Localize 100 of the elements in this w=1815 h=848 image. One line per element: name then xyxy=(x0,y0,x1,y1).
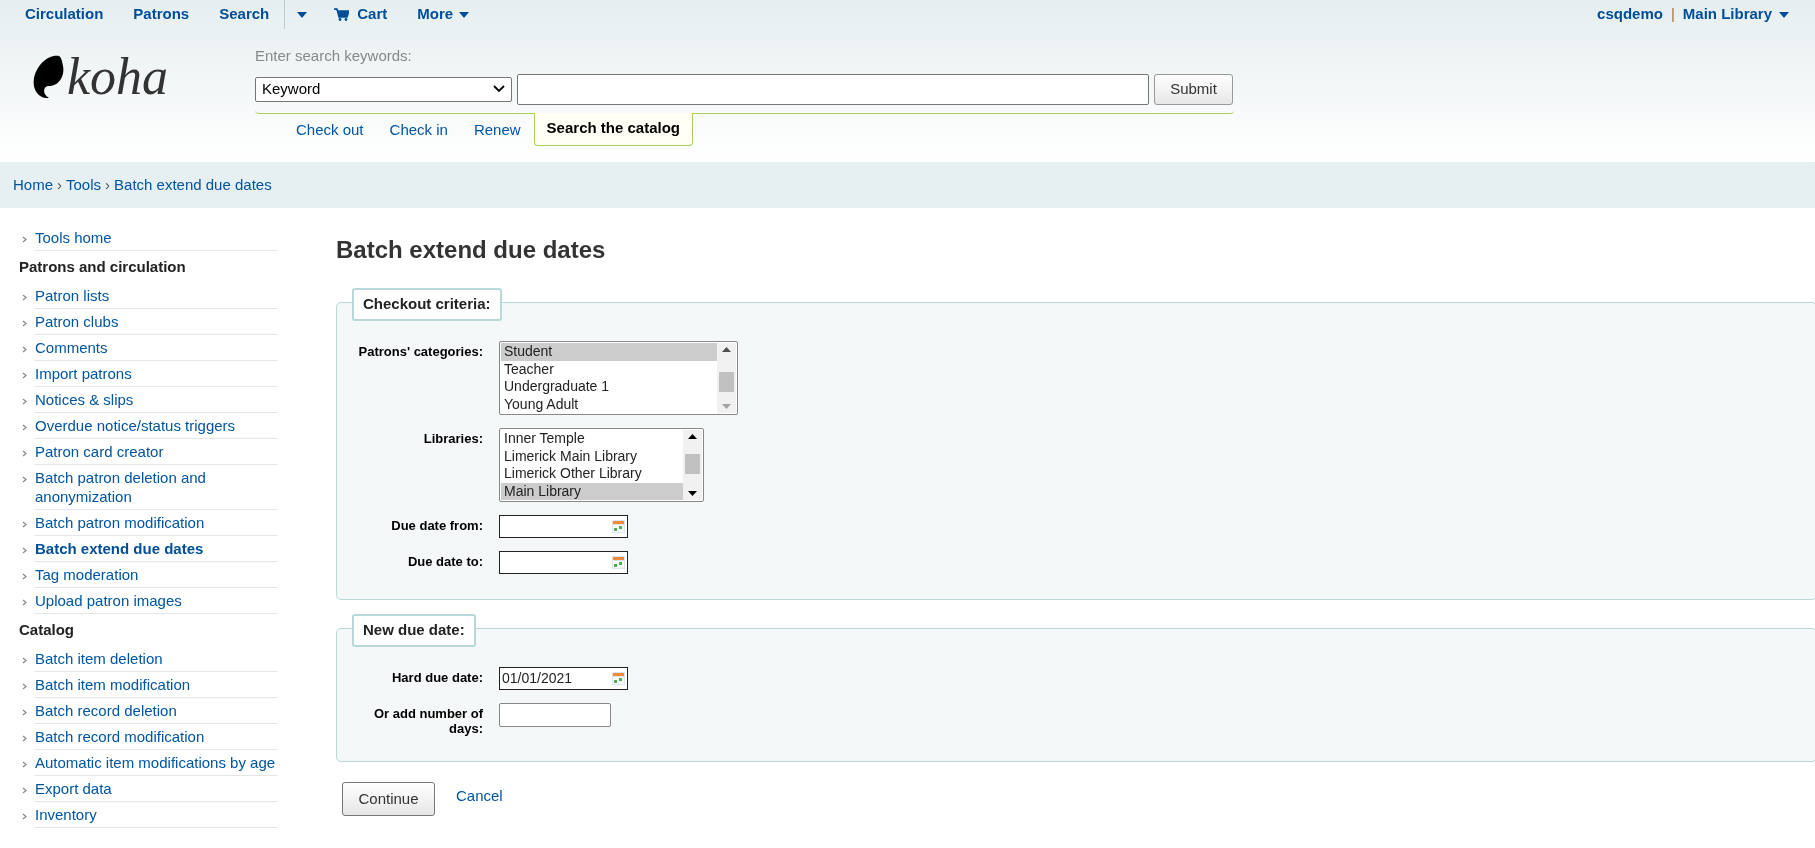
submit-button[interactable]: Submit xyxy=(1154,73,1233,105)
logo-text: koha xyxy=(67,51,169,103)
fieldset-legend: Checkout criteria: xyxy=(352,288,502,321)
chevron-right-icon xyxy=(22,735,27,742)
search-field[interactable] xyxy=(517,73,1149,105)
more-menu[interactable]: More xyxy=(402,0,485,29)
field-label: Libraries: xyxy=(422,430,483,446)
breadcrumb-separator: › xyxy=(56,174,63,195)
page-title: Batch extend due dates xyxy=(336,235,607,265)
chevron-right-icon xyxy=(22,424,27,431)
caret-icon xyxy=(297,11,308,18)
library-menu[interactable]: Main Library xyxy=(1682,3,1789,26)
chevron-right-icon xyxy=(22,372,27,379)
sidebar-link[interactable]: Patron clubs xyxy=(35,309,277,335)
search-prompt: Enter search keywords: xyxy=(255,46,413,66)
continue-button[interactable]: Continue xyxy=(342,782,435,816)
sidebar-link[interactable]: Tag moderation xyxy=(35,562,277,588)
cart-link[interactable]: Cart xyxy=(319,0,403,29)
field-label: Due date from: xyxy=(390,517,483,533)
cart-icon xyxy=(334,8,350,21)
breadcrumb-link[interactable]: Tools xyxy=(66,173,102,197)
scrollbar[interactable] xyxy=(683,430,702,500)
listbox-option[interactable]: Limerick Other Library xyxy=(501,465,683,483)
tab[interactable]: Check in xyxy=(376,115,461,146)
sidebar-link[interactable]: Batch record modification xyxy=(35,724,277,750)
chevron-right-icon xyxy=(22,346,27,353)
nav-link[interactable]: Patrons xyxy=(118,0,205,29)
tab[interactable]: Renew xyxy=(460,115,534,146)
sidebar-link[interactable]: Import patrons xyxy=(35,361,277,387)
user-link[interactable]: csqdemo xyxy=(1597,3,1663,26)
sidebar-link[interactable]: Patron lists xyxy=(35,283,277,309)
sidebar-link[interactable]: Notices & slips xyxy=(35,387,277,413)
chevron-right-icon xyxy=(22,320,27,327)
koha-logo[interactable]: koha xyxy=(29,51,255,103)
sidebar-heading: Catalog xyxy=(19,619,75,640)
listbox-option[interactable]: Student xyxy=(501,343,717,361)
chevron-right-icon xyxy=(22,813,27,820)
calendar-icon xyxy=(612,672,625,685)
nav-link[interactable]: Circulation xyxy=(10,0,119,29)
tab[interactable]: Search the catalog xyxy=(533,112,693,146)
caret-icon xyxy=(1779,11,1789,18)
nav-link[interactable]: Search xyxy=(204,0,285,29)
breadcrumb-link[interactable]: Batch extend due dates xyxy=(114,173,272,197)
sidebar-link[interactable]: Batch patron deletion and anonymization xyxy=(35,465,277,510)
listbox[interactable]: Student Teacher Undergraduate 1 Young Adult xyxy=(499,341,738,415)
chevron-right-icon xyxy=(22,709,27,716)
sidebar-link[interactable]: Inventory xyxy=(35,802,277,828)
sidebar-link[interactable]: Comments xyxy=(35,335,277,361)
listbox[interactable]: Inner Temple Limerick Main Library Limerick Other Library Main Library xyxy=(499,428,704,502)
chevron-right-icon xyxy=(22,787,27,794)
chevron-right-icon xyxy=(22,398,27,405)
chevron-right-icon xyxy=(22,521,27,528)
listbox-option[interactable]: Inner Temple xyxy=(501,430,683,448)
chevron-right-icon xyxy=(22,236,27,243)
scrollbar[interactable] xyxy=(717,343,736,413)
sidebar-link[interactable]: Overdue notice/status triggers xyxy=(35,413,277,439)
listbox-option[interactable]: Limerick Main Library xyxy=(501,447,683,465)
sidebar-link[interactable]: Export data xyxy=(35,776,277,802)
breadcrumb-separator: › xyxy=(104,174,112,195)
breadcrumb-link[interactable]: Home xyxy=(13,173,53,197)
sidebar-heading: Patrons and circulation xyxy=(19,256,187,277)
listbox-option[interactable]: Young Adult xyxy=(501,395,717,413)
caret-icon xyxy=(459,11,470,18)
chevron-right-icon xyxy=(22,476,27,483)
chevron-right-icon xyxy=(22,683,27,690)
chevron-right-icon xyxy=(22,761,27,768)
calendar-icon xyxy=(612,556,625,569)
sidebar-link[interactable]: Batch item modification xyxy=(35,672,277,698)
chevron-right-icon xyxy=(22,294,27,301)
sidebar-link[interactable]: Tools home xyxy=(35,225,277,251)
tab[interactable]: Check out xyxy=(283,115,377,146)
chevron-down-icon xyxy=(493,85,505,93)
search-index-select[interactable]: Keyword xyxy=(255,76,512,102)
sidebar-link[interactable]: Batch patron modification xyxy=(35,510,277,536)
field-label: Or add number of days: xyxy=(372,705,483,736)
chevron-right-icon xyxy=(22,573,27,580)
listbox-option[interactable]: Main Library xyxy=(501,482,683,500)
field-label: Patrons' categories: xyxy=(358,343,483,359)
fieldset-legend: New due date: xyxy=(352,614,476,647)
cancel-link[interactable]: Cancel xyxy=(456,784,503,808)
date-field[interactable] xyxy=(499,515,628,538)
chevron-right-icon xyxy=(22,599,27,606)
chevron-right-icon xyxy=(22,450,27,457)
field-label: Due date to: xyxy=(406,553,483,569)
sidebar-link[interactable]: Batch record deletion xyxy=(35,698,277,724)
sidebar-link[interactable]: Batch extend due dates xyxy=(35,536,277,562)
sidebar-link[interactable]: Patron card creator xyxy=(35,439,277,465)
listbox-option[interactable]: Teacher xyxy=(501,360,717,378)
field-label: Hard due date: xyxy=(391,669,483,685)
date-field[interactable]: 01/01/2021 xyxy=(499,667,628,690)
chevron-right-icon xyxy=(22,657,27,664)
separator: | xyxy=(1670,4,1675,25)
number-field[interactable] xyxy=(499,703,611,727)
date-field[interactable] xyxy=(499,551,628,574)
chevron-right-icon xyxy=(22,547,27,554)
sidebar-link[interactable]: Upload patron images xyxy=(35,588,277,614)
sidebar-link[interactable]: Batch item deletion xyxy=(35,646,277,672)
sidebar-link[interactable]: Automatic item modifications by age xyxy=(35,750,277,776)
calendar-icon xyxy=(612,520,625,533)
listbox-option[interactable]: Undergraduate 1 xyxy=(501,378,717,396)
